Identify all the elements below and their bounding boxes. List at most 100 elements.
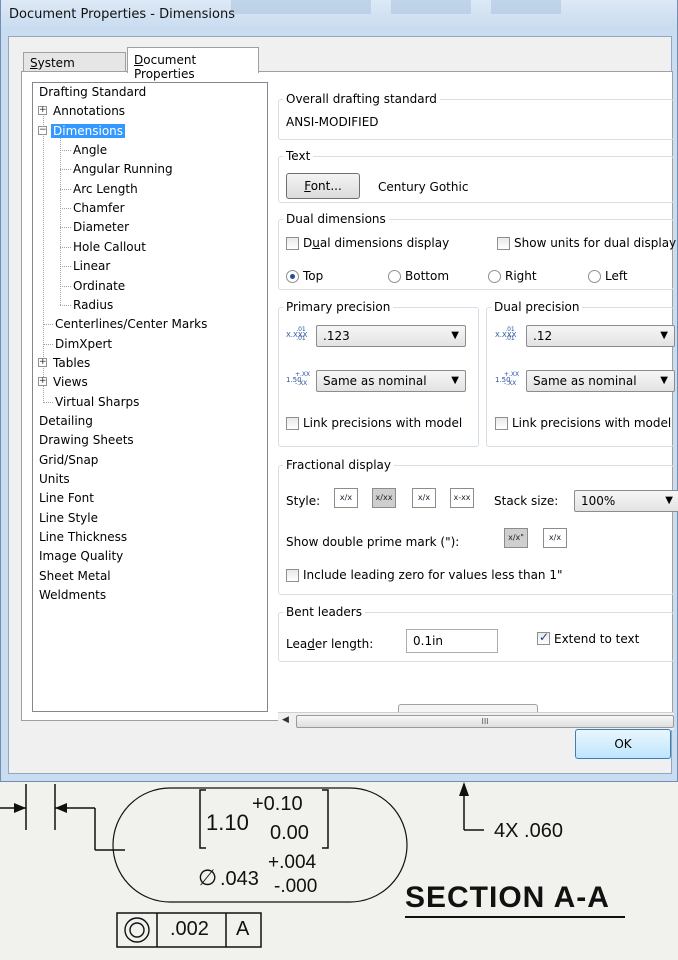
tree-item[interactable]: Drawing Sheets bbox=[37, 431, 136, 449]
radio-right[interactable] bbox=[488, 270, 501, 283]
style-inline-button[interactable]: x/x bbox=[334, 488, 358, 508]
dual-precision-select[interactable]: .12 ▼ bbox=[526, 325, 675, 347]
double-prime-off-button[interactable]: x/x bbox=[543, 528, 567, 548]
tree-connector bbox=[43, 343, 53, 345]
font-button[interactable]: Font... bbox=[286, 173, 360, 199]
tree-item[interactable]: Diameter bbox=[71, 218, 131, 236]
tree-connector bbox=[43, 401, 53, 403]
radio-left-label: Left bbox=[605, 269, 628, 283]
tree-item[interactable]: Image Quality bbox=[37, 547, 125, 565]
tree-item-label: Sheet Metal bbox=[39, 568, 111, 583]
options-tree[interactable]: Drafting Standard + Annotations − Dimensions… bbox=[32, 82, 268, 712]
collapse-icon[interactable]: − bbox=[38, 125, 47, 135]
dual-link-label: Link precisions with model bbox=[512, 416, 672, 430]
tree-item-label: Virtual Sharps bbox=[55, 394, 140, 409]
tree-item[interactable]: Line Font bbox=[37, 489, 96, 507]
show-units-checkbox[interactable] bbox=[497, 237, 510, 250]
icon-text: -.XX bbox=[504, 380, 517, 387]
selected-value: Same as nominal bbox=[323, 374, 427, 388]
dual-tolerance-select[interactable]: Same as nominal ▼ bbox=[526, 370, 675, 392]
dual-link-checkbox[interactable] bbox=[495, 417, 508, 430]
extend-to-text-checkbox[interactable] bbox=[537, 630, 550, 645]
tree-item[interactable]: Virtual Sharps bbox=[53, 393, 141, 411]
primary-tolerance-select[interactable]: Same as nominal ▼ bbox=[316, 370, 466, 392]
tab-system-options[interactable]: System Options bbox=[23, 52, 126, 84]
tree-item[interactable]: Dimensions bbox=[51, 122, 126, 140]
tree-item[interactable]: Ordinate bbox=[71, 277, 127, 295]
tree-item[interactable]: Tables bbox=[51, 354, 92, 372]
primary-precision-select[interactable]: .123 ▼ bbox=[316, 325, 466, 347]
tree-item[interactable]: Units bbox=[37, 470, 72, 488]
icon-text: .01 bbox=[295, 326, 306, 333]
title-bar[interactable]: Document Properties - Dimensions bbox=[1, 0, 677, 30]
stack-size-label: Stack size: bbox=[494, 494, 559, 508]
radio-top[interactable] bbox=[286, 270, 299, 283]
tree-item[interactable]: Radius bbox=[71, 296, 115, 314]
tree-item[interactable]: Detailing bbox=[37, 412, 95, 430]
expand-icon[interactable]: + bbox=[38, 106, 47, 116]
tree-item[interactable]: Line Style bbox=[37, 509, 100, 527]
scrollbar-thumb[interactable]: III bbox=[296, 715, 674, 728]
dialog-client-area: System Options Document Properties Draft… bbox=[8, 36, 678, 774]
tree-item-label: Diameter bbox=[73, 220, 130, 235]
partially-hidden-button[interactable] bbox=[398, 704, 538, 712]
scroll-left-icon[interactable]: ◀ bbox=[282, 715, 289, 725]
tree-item-label: Linear bbox=[73, 259, 111, 274]
tree-item[interactable]: Linear bbox=[71, 257, 112, 275]
tree-item-label: Image Quality bbox=[39, 549, 124, 564]
tree-item[interactable]: Hole Callout bbox=[71, 238, 148, 256]
dropdown-arrow-icon: ▼ bbox=[451, 330, 459, 341]
style-stacked-button[interactable]: x/xx bbox=[372, 488, 396, 508]
stack-size-select[interactable]: 100% ▼ bbox=[574, 490, 678, 512]
tree-item-label: Centerlines/Center Marks bbox=[55, 317, 208, 332]
tree-item[interactable]: Views bbox=[51, 373, 90, 391]
radio-bottom[interactable] bbox=[388, 270, 401, 283]
group-title: Primary precision bbox=[283, 300, 394, 314]
accel: d bbox=[307, 637, 315, 651]
leader-length-input[interactable]: 0.1in bbox=[406, 629, 498, 653]
tree-item-label: Angle bbox=[73, 143, 108, 158]
fcf-tolerance: .002 bbox=[170, 918, 209, 940]
radio-left[interactable] bbox=[588, 270, 601, 283]
tree-item[interactable]: Drafting Standard bbox=[37, 83, 148, 101]
double-prime-on-button[interactable]: x/x" bbox=[504, 528, 528, 548]
tree-item[interactable]: Centerlines/Center Marks bbox=[53, 315, 209, 333]
tree-item[interactable]: Angular Running bbox=[71, 160, 175, 178]
tree-item[interactable]: Angle bbox=[71, 141, 109, 159]
ok-button[interactable]: OK bbox=[575, 729, 671, 759]
tree-item[interactable]: Chamfer bbox=[71, 199, 127, 217]
tree-item[interactable]: Annotations bbox=[51, 102, 127, 120]
primary-link-label: Link precisions with model bbox=[303, 416, 463, 430]
leading-zero-checkbox[interactable] bbox=[286, 569, 299, 582]
tab-accel: D bbox=[134, 53, 144, 67]
primary-link-checkbox[interactable] bbox=[286, 417, 299, 430]
tree-item[interactable]: DimXpert bbox=[53, 335, 114, 353]
expand-icon[interactable]: + bbox=[38, 357, 47, 367]
leading-zero-label: Include leading zero for values less tha… bbox=[303, 568, 563, 582]
dual-display-checkbox[interactable] bbox=[286, 237, 299, 250]
tree-item-label: Arc Length bbox=[73, 181, 138, 196]
tree-item[interactable]: Grid/Snap bbox=[37, 451, 100, 469]
tree-item[interactable]: Arc Length bbox=[71, 180, 140, 198]
dropdown-arrow-icon: ▼ bbox=[665, 495, 673, 506]
lbl: er length: bbox=[314, 637, 374, 651]
show-units-label: Show units for dual display bbox=[514, 236, 677, 250]
dual-display-label: Dual dimensions display bbox=[303, 236, 449, 250]
tree-connector bbox=[60, 188, 71, 190]
tree-item[interactable]: Weldments bbox=[37, 586, 108, 604]
precision-icon: X.XXX .01 .01 bbox=[495, 326, 517, 344]
tolerance-upper: +0.10 bbox=[252, 793, 303, 815]
primary-precision-group: Primary precision X.XXX .01 .01 .123 ▼ 1.… bbox=[278, 300, 479, 447]
dropdown-arrow-icon: ▼ bbox=[660, 375, 668, 386]
document-properties-dialog: Document Properties - Dimensions System … bbox=[0, 0, 678, 782]
style-diagonal-button[interactable]: x/x bbox=[412, 488, 436, 508]
tree-item[interactable]: Sheet Metal bbox=[37, 567, 113, 585]
icon-text: .01 bbox=[504, 326, 515, 333]
tree-connector bbox=[60, 208, 71, 210]
tab-document-properties[interactable]: Document Properties bbox=[127, 47, 259, 81]
dropdown-arrow-icon: ▼ bbox=[451, 375, 459, 386]
horizontal-scrollbar[interactable]: ◀ III bbox=[278, 712, 674, 730]
tree-item[interactable]: Line Thickness bbox=[37, 528, 129, 546]
style-dash-button[interactable]: x-xx bbox=[450, 488, 474, 508]
expand-icon[interactable]: + bbox=[38, 377, 47, 387]
